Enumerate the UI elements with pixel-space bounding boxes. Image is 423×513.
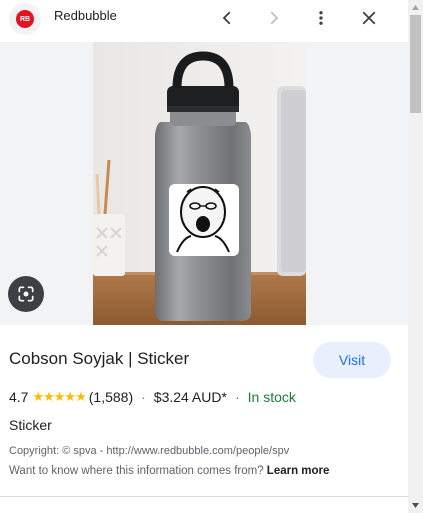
product-photo[interactable] xyxy=(93,42,306,325)
triangle-up-icon xyxy=(412,5,419,10)
chevron-right-icon xyxy=(270,11,279,25)
scroll-down-button[interactable] xyxy=(408,498,423,513)
product-title[interactable]: Cobson Soyjak | Sticker xyxy=(9,349,189,369)
forward-button[interactable] xyxy=(260,4,288,32)
header: RB Redbubble xyxy=(0,0,408,42)
image-panel xyxy=(0,42,408,325)
google-lens-button[interactable] xyxy=(8,276,44,312)
stock-status: In stock xyxy=(247,389,296,405)
rating-value: 4.7 xyxy=(9,389,29,405)
product-type: Sticker xyxy=(9,417,52,433)
redbubble-logo-icon[interactable]: RB xyxy=(9,3,41,35)
triangle-down-icon xyxy=(412,503,419,508)
bottle-sticker-image xyxy=(93,42,306,325)
visit-button[interactable]: Visit xyxy=(313,342,391,378)
learn-more-link[interactable]: Learn more xyxy=(267,465,330,477)
info-source-line: Want to know where this information come… xyxy=(9,465,329,477)
more-vert-icon xyxy=(319,11,323,25)
review-count: (1,588) xyxy=(88,389,134,405)
product-meta-row: 4.7 ★★★★★ (1,588) · $3.24 AUD* · In stoc… xyxy=(9,389,296,405)
scrollbar[interactable] xyxy=(408,0,423,513)
product-details: Cobson Soyjak | Sticker Visit 4.7 ★★★★★ … xyxy=(0,325,408,495)
scroll-thumb[interactable] xyxy=(410,15,421,113)
more-options-button[interactable] xyxy=(307,4,335,32)
close-icon xyxy=(362,11,376,25)
rating-stars: ★★★★★ xyxy=(32,389,86,405)
separator-dot: · xyxy=(141,389,146,405)
divider xyxy=(0,496,408,497)
copyright-text: Copyright: © spva - http://www.redbubble… xyxy=(9,445,290,457)
back-button[interactable] xyxy=(213,4,241,32)
info-source-text: Want to know where this information come… xyxy=(9,465,264,477)
chevron-left-icon xyxy=(222,11,231,25)
close-button[interactable] xyxy=(355,4,383,32)
logo-mark: RB xyxy=(16,10,34,28)
site-name[interactable]: Redbubble xyxy=(54,8,117,23)
price: $3.24 AUD* xyxy=(153,389,227,405)
scroll-up-button[interactable] xyxy=(408,0,423,15)
google-lens-icon xyxy=(18,286,34,302)
separator-dot: · xyxy=(234,389,240,405)
